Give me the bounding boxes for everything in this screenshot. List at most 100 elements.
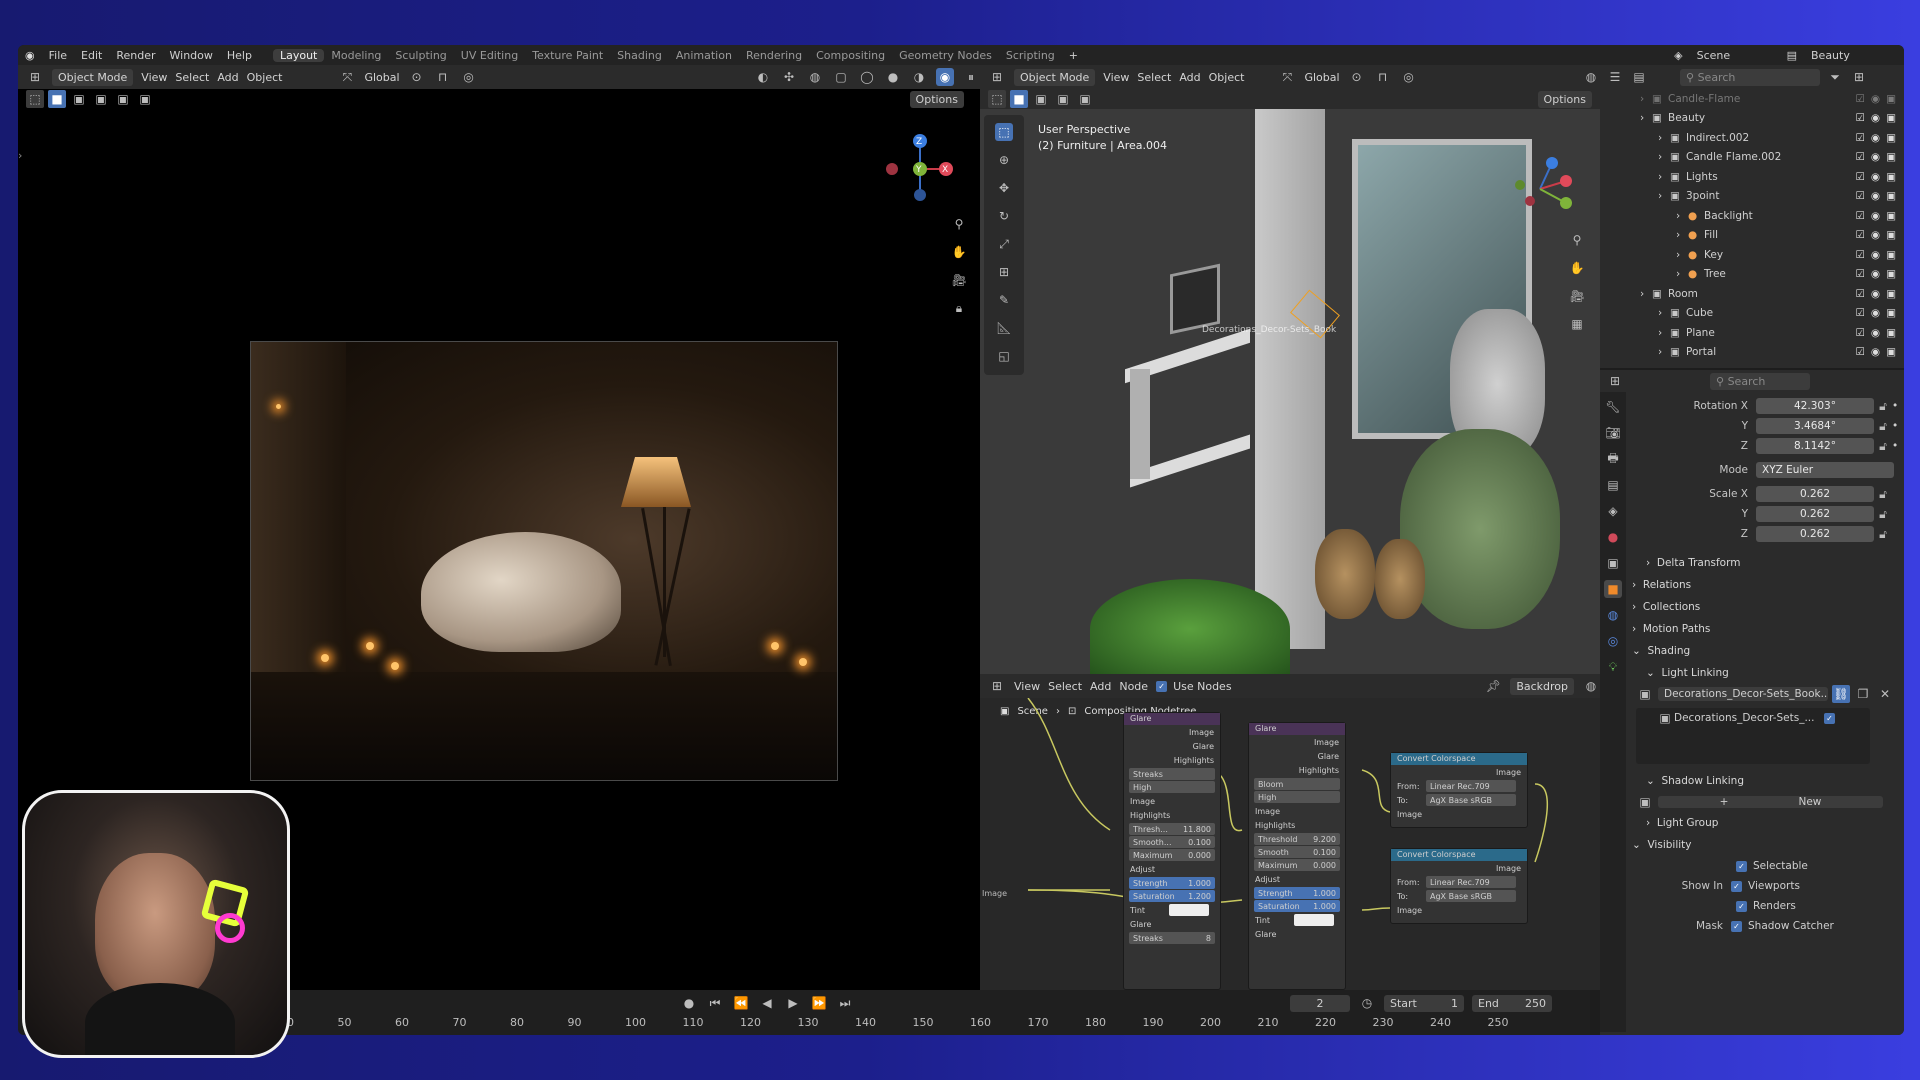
editor-type-icon-3[interactable]: ⊞ [988,677,1006,695]
shadow-catcher-checkbox[interactable]: ✓ [1731,920,1742,932]
jump-start-icon[interactable]: ⏮ [706,994,724,1012]
comp-menu-view[interactable]: View [1014,680,1040,693]
exclude-checkbox-icon[interactable]: ☑ [1855,346,1864,358]
world-tab-icon[interactable]: ● [1604,528,1622,546]
select-box-icon-2[interactable]: ⬚ [988,90,1006,108]
pan-hand-icon[interactable]: ✋ [950,243,968,261]
render-tab-icon[interactable]: 📷︎ [1604,424,1622,442]
menu-add-2[interactable]: Add [1179,71,1200,84]
scale-x-field[interactable]: 0.262 [1756,486,1874,502]
duplicate-icon[interactable]: ❐ [1854,685,1872,703]
exclude-checkbox-icon[interactable]: ☑ [1855,307,1864,319]
exclude-checkbox-icon[interactable]: ☑ [1855,327,1864,339]
add-cube-tool-icon[interactable]: ◱ [995,347,1013,365]
outliner-item[interactable]: › ▣ Candle Flame.002 ☑ ◉ ▣ [1600,148,1904,168]
exclude-checkbox-icon[interactable]: ☑ [1855,249,1864,261]
lock-rot-x-icon[interactable]: 🔓︎ [1874,397,1892,415]
glare2-maximum-field[interactable]: Maximum 0.000 [1254,859,1340,871]
conv1-to-dropdown[interactable]: AgX Base sRGB [1426,794,1516,806]
glare2-quality-dropdown[interactable]: High [1254,791,1340,803]
rotation-mode-dropdown[interactable]: XYZ Euler [1756,462,1894,478]
glare1-glare-section[interactable]: Glare [1124,917,1220,931]
camera-render-icon[interactable]: ▣ [1886,249,1896,261]
pivot-icon-2[interactable]: ⊙ [1348,68,1366,86]
next-keyframe-icon[interactable]: ⏩ [810,994,828,1012]
object-mode-dropdown[interactable]: Object Mode [52,68,134,86]
exclude-checkbox-icon[interactable]: ☑ [1855,151,1864,163]
eye-icon[interactable]: ◉ [1871,190,1880,202]
outliner-item[interactable]: › ▣ Cube ☑ ◉ ▣ [1600,304,1904,324]
collection-tab-icon[interactable]: ▣ [1604,554,1622,572]
light-linking-collection-field[interactable]: Decorations_Decor-Sets_Book... [1658,687,1828,701]
camera-render-icon[interactable]: ▣ [1886,327,1896,339]
shading-solid-icon[interactable]: ● [884,68,902,86]
glare-node-2[interactable]: Glare Image Glare Highlights Bloom High … [1248,722,1346,990]
conv2-from-dropdown[interactable]: Linear Rec.709 [1426,876,1516,888]
outliner-item[interactable]: › ▣ Indirect.002 ☑ ◉ ▣ [1600,128,1904,148]
pan-hand-icon-2[interactable]: ✋ [1568,259,1586,277]
scene-name[interactable]: Scene [1690,49,1780,62]
expand-arrow-icon[interactable]: › [1640,288,1652,300]
glare2-smooth-field[interactable]: Smooth 0.100 [1254,846,1340,858]
glare1-saturation-field[interactable]: Saturation 1.200 [1129,890,1215,902]
outliner-item[interactable]: › ▣ Room ☑ ◉ ▣ [1600,284,1904,304]
glare1-type-dropdown[interactable]: Streaks [1129,768,1215,780]
outliner-item[interactable]: › ● Backlight ☑ ◉ ▣ [1600,206,1904,226]
glare2-type-dropdown[interactable]: Bloom [1254,778,1340,790]
filter-icon[interactable]: ⏷ [1826,68,1844,86]
lock-icon[interactable]: 🔒︎ [950,299,968,317]
data-tab-icon[interactable]: 💡︎ [1604,658,1622,676]
play-icon[interactable]: ▶ [784,994,802,1012]
tab-animation[interactable]: Animation [669,49,739,62]
glare-node-1[interactable]: Glare Image Glare Highlights Streaks Hig… [1123,712,1221,990]
glare2-saturation-field[interactable]: Saturation 1.000 [1254,900,1340,912]
motion-paths-panel[interactable]: › Motion Paths [1626,618,1904,640]
jump-end-icon[interactable]: ⏭ [836,994,854,1012]
glare1-smooth-field[interactable]: Smooth... 0.100 [1129,836,1215,848]
scale-y-field[interactable]: 0.262 [1756,506,1874,522]
mode-subtract-icon-2[interactable]: ▣ [1054,90,1072,108]
select-box-icon[interactable]: ⬚ [26,90,44,108]
light-linking-panel[interactable]: ⌄ Light Linking [1626,662,1904,684]
outliner-search[interactable]: ⚲ Search [1680,68,1820,86]
camera-icon[interactable]: 🎥︎ [950,271,968,289]
glare1-streaks-field[interactable]: Streaks 8 [1129,932,1215,944]
outliner-item[interactable]: › ● Tree ☑ ◉ ▣ [1600,265,1904,285]
camera-render-icon[interactable]: ▣ [1886,171,1896,183]
glare1-maximum-field[interactable]: Maximum 0.000 [1129,849,1215,861]
eye-icon[interactable]: ◉ [1871,93,1880,105]
tab-uv-editing[interactable]: UV Editing [454,49,525,62]
exclude-checkbox-icon[interactable]: ☑ [1855,132,1864,144]
modifier-tab-icon[interactable]: ◍ [1604,606,1622,624]
mode-invert-icon-2[interactable]: ▣ [1076,90,1094,108]
outliner-editor-icon[interactable]: ☰ [1606,68,1624,86]
physics-tab-icon[interactable]: ◎ [1604,632,1622,650]
mode-new-icon[interactable]: ■ [48,90,66,108]
transform-tool-icon[interactable]: ⊞ [995,263,1013,281]
scale-z-field[interactable]: 0.262 [1756,526,1874,542]
glare1-hl-section[interactable]: Highlights [1124,808,1220,822]
glare1-threshold-field[interactable]: Thresh... 11.800 [1129,823,1215,835]
object-tab-icon[interactable]: ■ [1604,580,1622,598]
overlay-icon-2[interactable]: ◍ [1582,68,1600,86]
proportional-icon-2[interactable]: ◎ [1400,68,1418,86]
tab-sculpting[interactable]: Sculpting [388,49,453,62]
expand-arrow-icon[interactable]: › [1640,93,1652,105]
expand-arrow-icon[interactable]: › [1658,307,1670,319]
exclude-checkbox-icon[interactable]: ☑ [1855,93,1864,105]
pin-icon[interactable]: 📌︎ [1484,677,1502,695]
record-icon[interactable]: ● [680,994,698,1012]
view-layer-name[interactable]: Beauty [1804,49,1904,62]
rotation-x-field[interactable]: 42.303° [1756,398,1874,414]
editor-type-icon[interactable]: ⊞ [26,68,44,86]
tab-rendering[interactable]: Rendering [739,49,809,62]
visibility-icon[interactable]: ◐ [754,68,772,86]
display-mode-icon[interactable]: ▤ [1630,68,1648,86]
tab-shading[interactable]: Shading [610,49,669,62]
scale-tool-icon[interactable]: ⤢ [995,235,1013,253]
outliner-item[interactable]: › ▣ 3point ☑ ◉ ▣ [1600,187,1904,207]
navigation-gizmo-2[interactable] [1500,149,1580,229]
eye-icon[interactable]: ◉ [1871,132,1880,144]
shadow-catcher-row[interactable]: Mask ✓ Shadow Catcher [1626,916,1904,936]
output-tab-icon[interactable]: 🖶︎ [1604,450,1622,468]
